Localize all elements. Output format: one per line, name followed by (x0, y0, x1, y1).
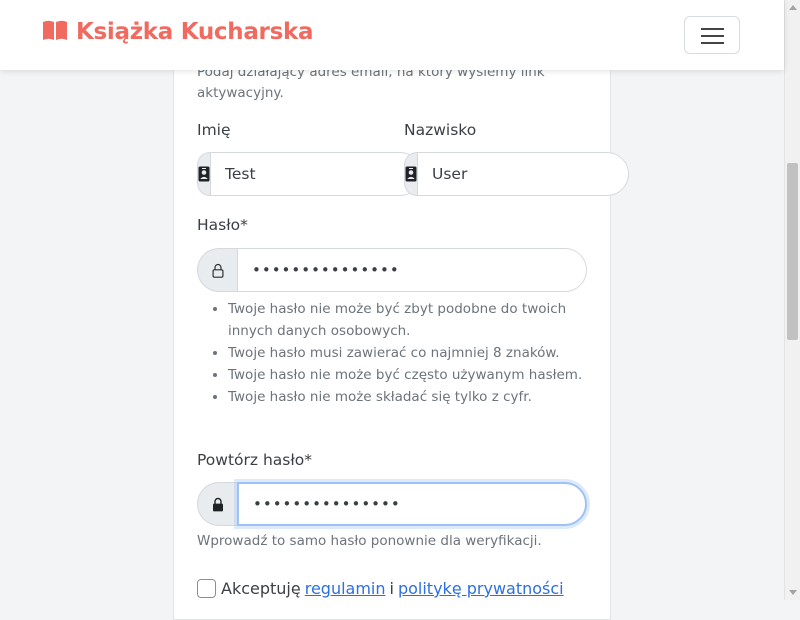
first-name-input[interactable] (210, 152, 422, 196)
brand-link[interactable]: Książka Kucharska (42, 18, 314, 46)
password-rules-list: Twoje hasło nie może być zbyt podobne do… (210, 298, 608, 408)
lock-outline-icon (197, 248, 237, 292)
password-label: Hasło* (197, 216, 248, 234)
book-open-icon (42, 18, 68, 46)
first-name-label: Imię (197, 121, 231, 139)
password-input[interactable] (237, 248, 587, 292)
terms-checkbox[interactable] (197, 579, 216, 598)
first-name-group (197, 152, 422, 196)
password-confirm-group (197, 482, 587, 526)
password-rule: Twoje hasło nie może być często używanym… (228, 364, 608, 386)
password-confirm-label: Powtórz hasło* (197, 451, 312, 469)
scrollbar-thumb[interactable] (787, 163, 798, 340)
person-badge-icon (404, 152, 417, 196)
privacy-policy-link[interactable]: politykę prywatności (398, 579, 564, 598)
last-name-group (404, 152, 629, 196)
brand-title: Książka Kucharska (76, 19, 314, 45)
password-rule: Twoje hasło nie może składać się tylko z… (228, 386, 608, 408)
lock-filled-icon (197, 482, 237, 526)
terms-prefix: Akceptuję (221, 579, 301, 598)
password-rule: Twoje hasło musi zawierać co najmniej 8 … (228, 342, 608, 364)
page-scrollbar[interactable] (784, 0, 800, 600)
terms-row: Akceptuję regulamin i politykę prywatnoś… (197, 579, 564, 598)
person-badge-icon (197, 152, 210, 196)
navbar-toggler-button[interactable] (684, 16, 740, 54)
terms-link[interactable]: regulamin (305, 579, 386, 598)
navbar: Książka Kucharska (0, 0, 784, 70)
hamburger-menu-icon (701, 28, 724, 30)
password-group (197, 248, 587, 292)
password-confirm-input[interactable] (237, 482, 587, 526)
password-confirm-help: Wprowadź to samo hasło ponownie dla wery… (197, 533, 542, 549)
password-rule: Twoje hasło nie może być zbyt podobne do… (228, 298, 608, 342)
scroll-up-arrow-icon[interactable] (789, 5, 797, 10)
scroll-down-arrow-icon[interactable] (789, 590, 797, 595)
last-name-label: Nazwisko (404, 121, 477, 139)
terms-conjunction: i (389, 579, 394, 598)
last-name-input[interactable] (417, 152, 629, 196)
